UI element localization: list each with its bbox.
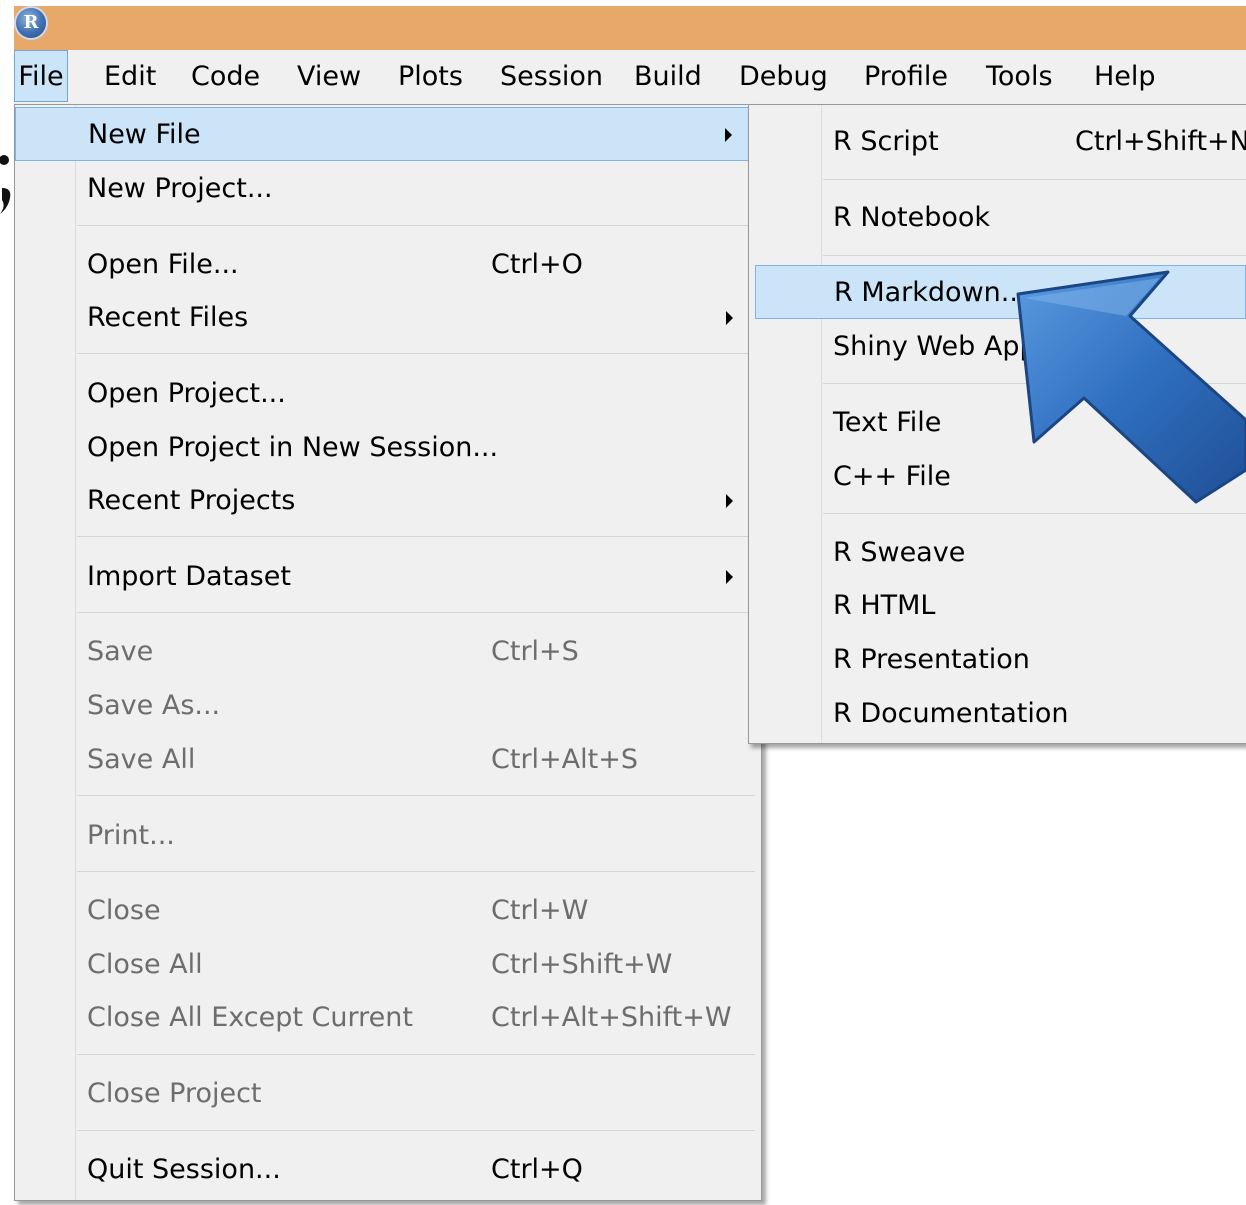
menu-item-label: Open Project...: [87, 378, 286, 409]
menu-item-open-file[interactable]: Open File... Ctrl+O: [15, 238, 761, 292]
submenu-item-label: R HTML: [833, 590, 936, 621]
menu-item-shortcut: Ctrl+Alt+Shift+W: [491, 1002, 732, 1033]
chevron-right-icon: [726, 311, 733, 325]
submenu-item-shortcut: Ctrl+Shift+N: [1075, 126, 1246, 157]
menu-item-label: Close All Except Current: [87, 1002, 413, 1033]
menu-edit[interactable]: Edit: [104, 50, 156, 104]
submenu-item-label: R Sweave: [833, 537, 966, 568]
menu-item-label: Open File...: [87, 249, 239, 280]
submenu-item-r-html[interactable]: R HTML: [749, 579, 1246, 633]
menu-separator: [77, 612, 755, 613]
menu-bar: File Edit Code View Plots Session Build …: [14, 50, 1246, 105]
menu-item-label: Save: [87, 636, 154, 667]
menu-separator: [77, 795, 755, 796]
menu-item-shortcut: Ctrl+Shift+W: [491, 949, 673, 980]
menu-tools[interactable]: Tools: [986, 50, 1053, 104]
submenu-item-r-sweave[interactable]: R Sweave: [749, 526, 1246, 580]
menu-separator: [77, 1054, 755, 1055]
submenu-item-label: R Presentation: [833, 644, 1030, 675]
menu-item-print[interactable]: Print...: [15, 809, 761, 863]
menu-item-shortcut: Ctrl+W: [491, 895, 589, 926]
submenu-item-r-notebook[interactable]: R Notebook: [749, 191, 1246, 245]
menu-separator: [823, 513, 1246, 514]
menu-item-label: New File: [88, 119, 201, 150]
menu-item-import-dataset[interactable]: Import Dataset: [15, 550, 761, 604]
menu-item-label: Import Dataset: [87, 561, 291, 592]
submenu-item-label: R Markdown...: [834, 277, 1027, 308]
menu-item-new-project[interactable]: New Project...: [15, 162, 761, 216]
menu-item-label: Recent Projects: [87, 485, 296, 516]
menu-item-close[interactable]: Close Ctrl+W: [15, 884, 761, 938]
r-logo-icon: R: [16, 8, 46, 38]
menu-item-label: Close All: [87, 949, 203, 980]
menu-item-save-as[interactable]: Save As...: [15, 679, 761, 733]
submenu-item-label: R Documentation: [833, 698, 1069, 729]
menu-item-recent-files[interactable]: Recent Files: [15, 291, 761, 345]
submenu-item-label: Text File: [833, 407, 942, 438]
menu-item-label: Print...: [87, 820, 175, 851]
menu-item-label: Save All: [87, 744, 196, 775]
blue-arrow-icon: [1016, 270, 1246, 504]
menu-separator: [77, 225, 755, 226]
menu-plots[interactable]: Plots: [398, 50, 463, 104]
file-menu-dropdown: New File New Project... Open File... Ctr…: [14, 104, 762, 1201]
title-bar: R: [14, 6, 1246, 50]
menu-item-recent-projects[interactable]: Recent Projects: [15, 474, 761, 528]
submenu-item-label: R Script: [833, 126, 939, 157]
menu-item-save[interactable]: Save Ctrl+S: [15, 625, 761, 679]
menu-item-new-file[interactable]: New File: [15, 107, 761, 161]
menu-debug[interactable]: Debug: [739, 50, 828, 104]
menu-session[interactable]: Session: [500, 50, 603, 104]
menu-item-close-all-except-current[interactable]: Close All Except Current Ctrl+Alt+Shift+…: [15, 991, 761, 1045]
menu-profile[interactable]: Profile: [864, 50, 948, 104]
menu-separator: [77, 1130, 755, 1131]
menu-separator: [77, 536, 755, 537]
menu-item-label: Quit Session...: [87, 1154, 281, 1185]
submenu-item-label: C++ File: [833, 461, 951, 492]
menu-file[interactable]: File: [14, 50, 68, 102]
menu-item-label: Save As...: [87, 690, 221, 721]
chevron-right-icon: [726, 494, 733, 508]
menu-separator: [823, 179, 1246, 180]
menu-separator: [77, 353, 755, 354]
menu-item-close-project[interactable]: Close Project: [15, 1067, 761, 1121]
menu-item-label: New Project...: [87, 173, 273, 204]
menu-item-shortcut: Ctrl+O: [491, 249, 583, 280]
menu-item-save-all[interactable]: Save All Ctrl+Alt+S: [15, 733, 761, 787]
menu-build[interactable]: Build: [634, 50, 702, 104]
chevron-right-icon: [726, 570, 733, 584]
menu-help[interactable]: Help: [1094, 50, 1156, 104]
menu-item-label: Close Project: [87, 1078, 262, 1109]
submenu-item-r-documentation[interactable]: R Documentation: [749, 687, 1246, 741]
menu-item-shortcut: Ctrl+Q: [491, 1154, 583, 1185]
submenu-item-r-script[interactable]: R Script Ctrl+Shift+N: [749, 115, 1246, 169]
menu-item-close-all[interactable]: Close All Ctrl+Shift+W: [15, 938, 761, 992]
menu-item-shortcut: Ctrl+Alt+S: [491, 744, 638, 775]
menu-item-quit-session[interactable]: Quit Session... Ctrl+Q: [15, 1143, 761, 1197]
menu-item-label: Recent Files: [87, 302, 249, 333]
menu-item-label: Close: [87, 895, 161, 926]
menu-view[interactable]: View: [297, 50, 361, 104]
menu-separator: [823, 255, 1246, 256]
menu-separator: [77, 871, 755, 872]
chevron-right-icon: [725, 128, 732, 142]
menu-item-open-project-new-session[interactable]: Open Project in New Session...: [15, 421, 761, 475]
menu-item-shortcut: Ctrl+S: [491, 636, 579, 667]
menu-item-open-project[interactable]: Open Project...: [15, 367, 761, 421]
submenu-item-label: R Notebook: [833, 202, 991, 233]
submenu-item-r-presentation[interactable]: R Presentation: [749, 633, 1246, 687]
menu-code[interactable]: Code: [191, 50, 260, 104]
menu-item-label: Open Project in New Session...: [87, 432, 499, 463]
